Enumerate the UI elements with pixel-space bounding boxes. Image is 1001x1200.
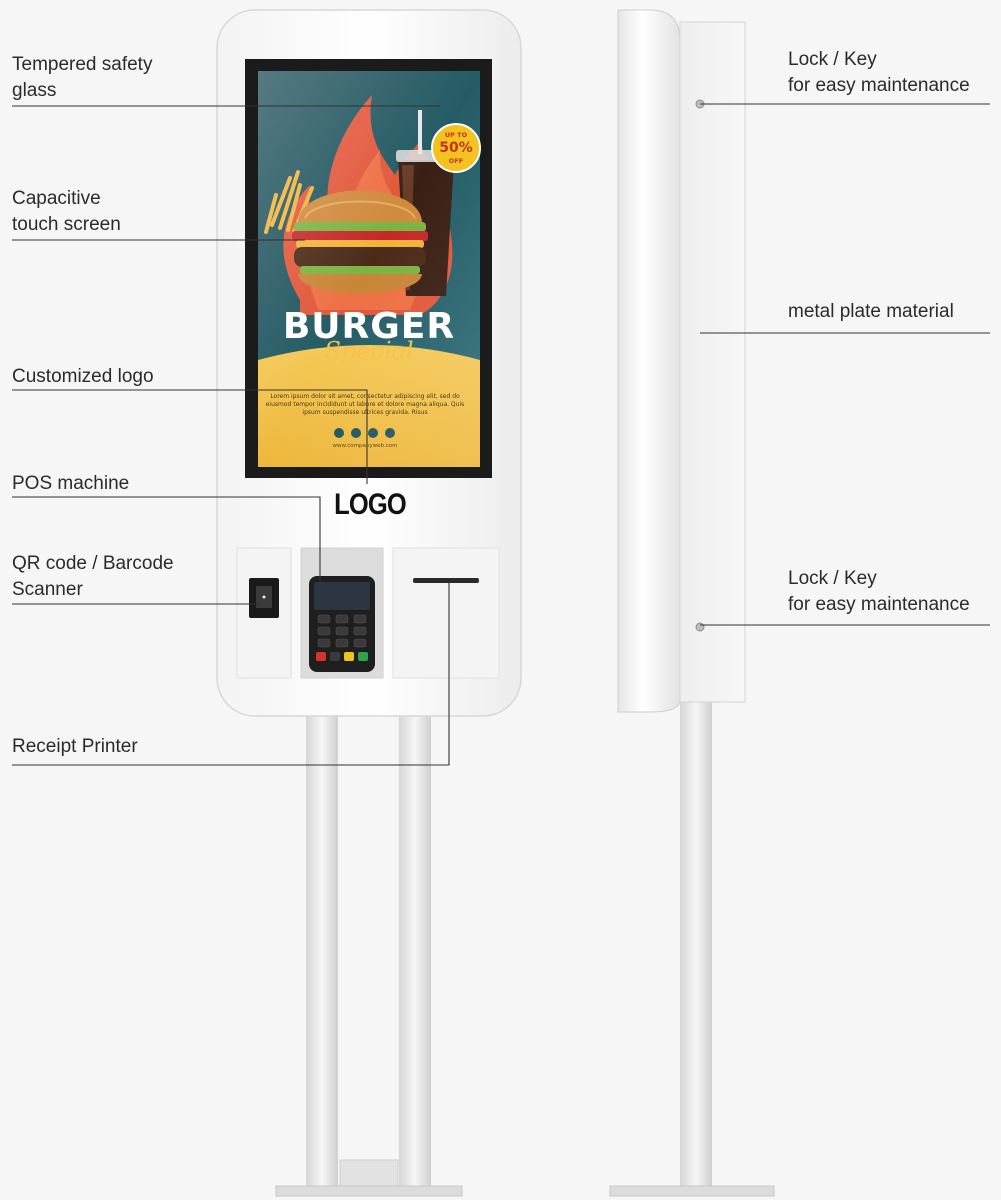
front-post-left bbox=[306, 712, 338, 1190]
side-post bbox=[680, 700, 712, 1190]
label-tempered-glass: Tempered safety glass bbox=[12, 54, 153, 101]
pos-clear-key bbox=[344, 652, 354, 661]
front-post-right bbox=[399, 712, 431, 1190]
promo-website: www.companyweb.com bbox=[332, 443, 398, 449]
printer-module bbox=[392, 547, 500, 679]
label-lock-key-bottom: Lock / Key for easy maintenance bbox=[788, 568, 970, 615]
side-base-plate bbox=[609, 1185, 775, 1197]
pos-enter-key bbox=[358, 652, 368, 661]
side-metal-plate bbox=[679, 21, 746, 703]
label-metal-plate: metal plate material bbox=[788, 301, 954, 322]
badge-off: OFF bbox=[448, 157, 464, 165]
lock-screw-bottom bbox=[695, 622, 705, 632]
pos-zero-key bbox=[330, 652, 340, 661]
front-post-brace bbox=[339, 1159, 399, 1189]
label-scanner: QR code / Barcode Scanner bbox=[12, 553, 174, 600]
label-receipt-printer: Receipt Printer bbox=[12, 736, 138, 757]
pos-terminal bbox=[309, 576, 375, 672]
promo-subtitle: Special bbox=[324, 337, 414, 365]
promo-body-text: Lorem ipsum dolor sit amet, consectetur … bbox=[265, 393, 465, 416]
lock-screw-top bbox=[695, 99, 705, 109]
pos-cancel-key bbox=[316, 652, 326, 661]
front-base-plate bbox=[275, 1185, 463, 1197]
kiosk-logo: LOGO bbox=[334, 488, 407, 521]
label-custom-logo: Customized logo bbox=[12, 366, 154, 387]
badge-percent: 50% bbox=[439, 140, 473, 156]
printer-slot bbox=[413, 578, 479, 583]
label-pos-machine: POS machine bbox=[12, 473, 130, 494]
badge-up-to: UP TO bbox=[444, 131, 468, 139]
label-touch-screen: Capacitive touch screen bbox=[12, 188, 121, 235]
side-front-bezel bbox=[617, 9, 681, 713]
label-lock-key-top: Lock / Key for easy maintenance bbox=[788, 49, 970, 96]
